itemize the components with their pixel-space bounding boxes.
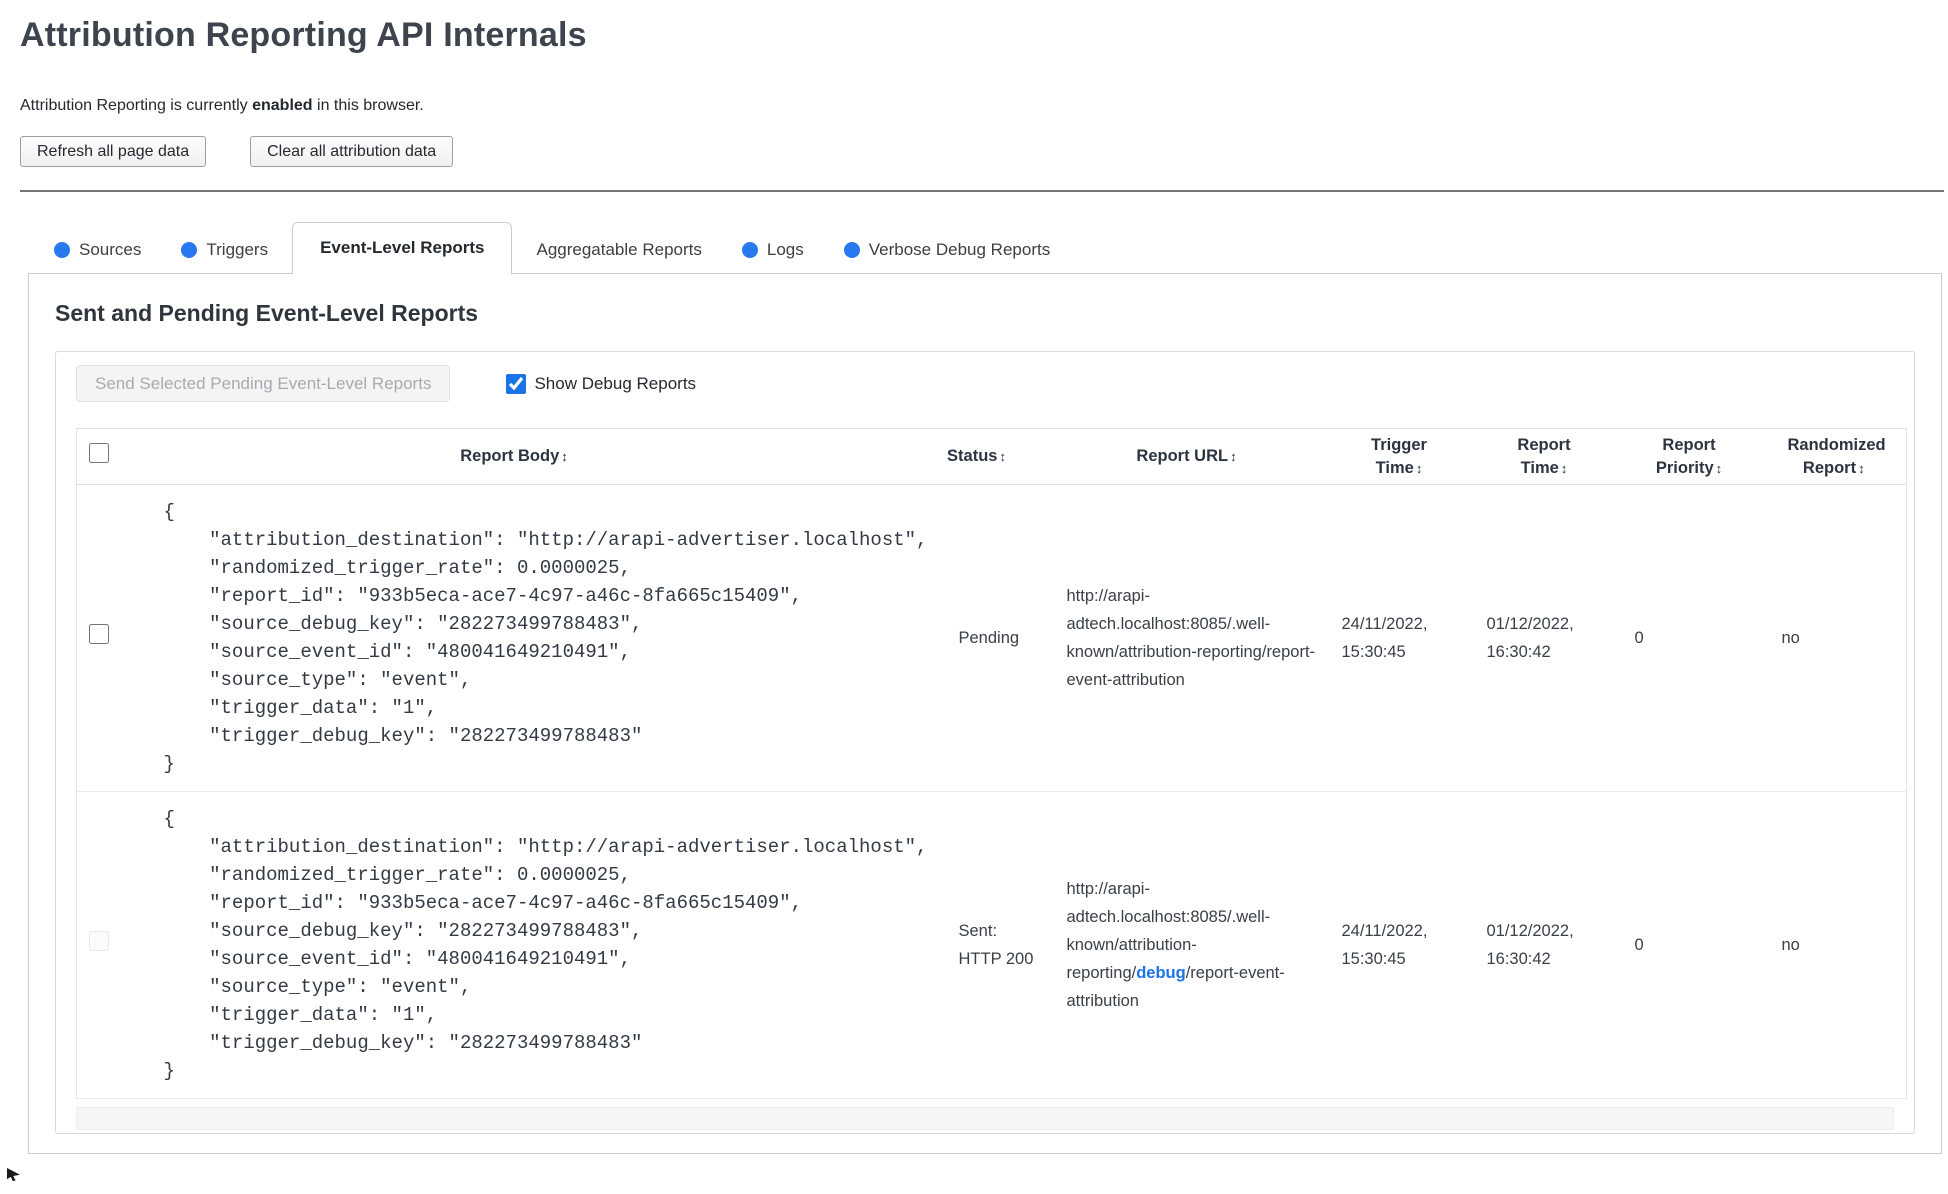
tab-logs[interactable]: Logs bbox=[726, 227, 820, 273]
sort-icon: ↕ bbox=[1415, 460, 1423, 476]
send-selected-reports-button: Send Selected Pending Event-Level Report… bbox=[76, 365, 451, 402]
show-debug-reports-toggle[interactable]: Show Debug Reports bbox=[506, 373, 697, 394]
sort-icon: ↕ bbox=[561, 449, 568, 464]
page-title: Attribution Reporting API Internals bbox=[20, 16, 587, 54]
api-status-text: Attribution Reporting is currently enabl… bbox=[20, 97, 1948, 115]
report-url-cell: http://arapi-adtech.localhost:8085/.well… bbox=[1046, 791, 1327, 1099]
reports-table: Report Body ↕ Status ↕ Report URL ↕ Trigger… bbox=[76, 428, 1907, 1099]
section-heading: Sent and Pending Event-Level Reports bbox=[55, 300, 479, 326]
table-controls-row: Send Selected Pending Event-Level Report… bbox=[76, 365, 1894, 402]
trigger-time-cell: 24/11/2022, 15:30:45 bbox=[1326, 484, 1472, 792]
clear-all-attribution-data-button[interactable]: Clear all attribution data bbox=[250, 136, 454, 167]
report-time-cell: 01/12/2022, 16:30:42 bbox=[1471, 484, 1617, 792]
report-body-json: { "attribution_destination": "http://ara… bbox=[163, 501, 928, 775]
table-header-row: Report Body ↕ Status ↕ Report URL ↕ Trigger… bbox=[76, 428, 1907, 485]
tab-event-level-reports[interactable]: Event-Level Reports bbox=[292, 222, 513, 274]
verbose-debug-status-dot-icon bbox=[843, 242, 860, 258]
top-button-row: Refresh all page data Clear all attribut… bbox=[20, 136, 1948, 167]
triggers-status-dot-icon bbox=[181, 242, 198, 258]
report-priority-cell: 0 bbox=[1616, 484, 1762, 792]
column-header-report-url[interactable]: Report URL ↕ bbox=[1046, 428, 1327, 485]
report-url-text: http://arapi-adtech.localhost:8085/.well… bbox=[1066, 587, 1316, 689]
tab-verbose-debug-reports-label: Verbose Debug Reports bbox=[868, 240, 1051, 259]
column-header-report-time[interactable]: Report Time ↕ bbox=[1471, 428, 1617, 485]
randomized-report-cell: no bbox=[1761, 791, 1907, 1099]
status-cell: Pending bbox=[906, 484, 1047, 792]
randomized-report-cell: no bbox=[1761, 484, 1907, 792]
tab-logs-label: Logs bbox=[766, 240, 804, 259]
column-header-report-body[interactable]: Report Body ↕ bbox=[121, 428, 907, 485]
select-all-checkbox[interactable] bbox=[89, 443, 110, 463]
reports-card: Send Selected Pending Event-Level Report… bbox=[55, 351, 1915, 1134]
tab-aggregatable-reports[interactable]: Aggregatable Reports bbox=[520, 227, 717, 273]
logs-status-dot-icon bbox=[741, 242, 758, 258]
status-enabled-text: enabled bbox=[252, 97, 313, 114]
event-level-reports-panel: Sent and Pending Event-Level Reports Sen… bbox=[28, 274, 1942, 1154]
sources-status-dot-icon bbox=[54, 242, 70, 258]
tab-triggers[interactable]: Triggers bbox=[165, 227, 284, 273]
tab-triggers-label: Triggers bbox=[206, 240, 269, 259]
tab-sources-label: Sources bbox=[79, 240, 142, 259]
tab-aggregatable-reports-label: Aggregatable Reports bbox=[536, 240, 702, 259]
debug-path-segment: debug bbox=[1136, 964, 1186, 982]
refresh-all-page-data-button[interactable]: Refresh all page data bbox=[20, 136, 207, 167]
sort-icon: ↕ bbox=[1715, 460, 1723, 476]
status-cell: Sent: HTTP 200 bbox=[906, 791, 1047, 1099]
table-footer bbox=[76, 1107, 1894, 1130]
report-priority-cell: 0 bbox=[1616, 791, 1762, 1099]
mouse-cursor bbox=[7, 1168, 20, 1181]
show-debug-reports-label: Show Debug Reports bbox=[534, 373, 697, 393]
column-header-trigger-time[interactable]: Trigger Time ↕ bbox=[1326, 428, 1472, 485]
row-select-checkbox-disabled bbox=[89, 930, 110, 951]
sort-icon: ↕ bbox=[1230, 449, 1237, 464]
report-body-cell: { "attribution_destination": "http://ara… bbox=[121, 484, 928, 792]
row-select-cell bbox=[76, 791, 122, 1099]
show-debug-reports-checkbox[interactable] bbox=[506, 373, 527, 394]
sort-icon: ↕ bbox=[999, 449, 1006, 464]
tab-verbose-debug-reports[interactable]: Verbose Debug Reports bbox=[828, 227, 1066, 273]
report-row-pending: { "attribution_destination": "http://ara… bbox=[76, 484, 1907, 792]
column-header-randomized-report[interactable]: Randomized Report ↕ bbox=[1761, 428, 1907, 485]
tab-bar: Sources Triggers Event-Level Reports Agg… bbox=[28, 192, 1942, 274]
sort-icon: ↕ bbox=[1858, 460, 1865, 476]
tab-sources[interactable]: Sources bbox=[38, 227, 157, 273]
report-body-cell: { "attribution_destination": "http://ara… bbox=[121, 791, 928, 1099]
report-time-cell: 01/12/2022, 16:30:42 bbox=[1471, 791, 1617, 1099]
report-url-cell: http://arapi-adtech.localhost:8085/.well… bbox=[1046, 484, 1327, 792]
status-suffix: in this browser. bbox=[312, 97, 424, 114]
tab-event-level-reports-label: Event-Level Reports bbox=[320, 238, 485, 257]
row-select-cell bbox=[76, 484, 122, 792]
trigger-time-cell: 24/11/2022, 15:30:45 bbox=[1326, 791, 1472, 1099]
column-header-report-priority[interactable]: Report Priority ↕ bbox=[1616, 428, 1762, 485]
report-row-sent: { "attribution_destination": "http://ara… bbox=[76, 791, 1907, 1099]
select-all-header-cell bbox=[76, 428, 122, 485]
row-select-checkbox[interactable] bbox=[89, 623, 110, 644]
report-body-json: { "attribution_destination": "http://ara… bbox=[163, 808, 928, 1082]
status-prefix: Attribution Reporting is currently bbox=[20, 97, 253, 114]
sort-icon: ↕ bbox=[1560, 460, 1568, 476]
column-header-status[interactable]: Status ↕ bbox=[906, 428, 1047, 485]
